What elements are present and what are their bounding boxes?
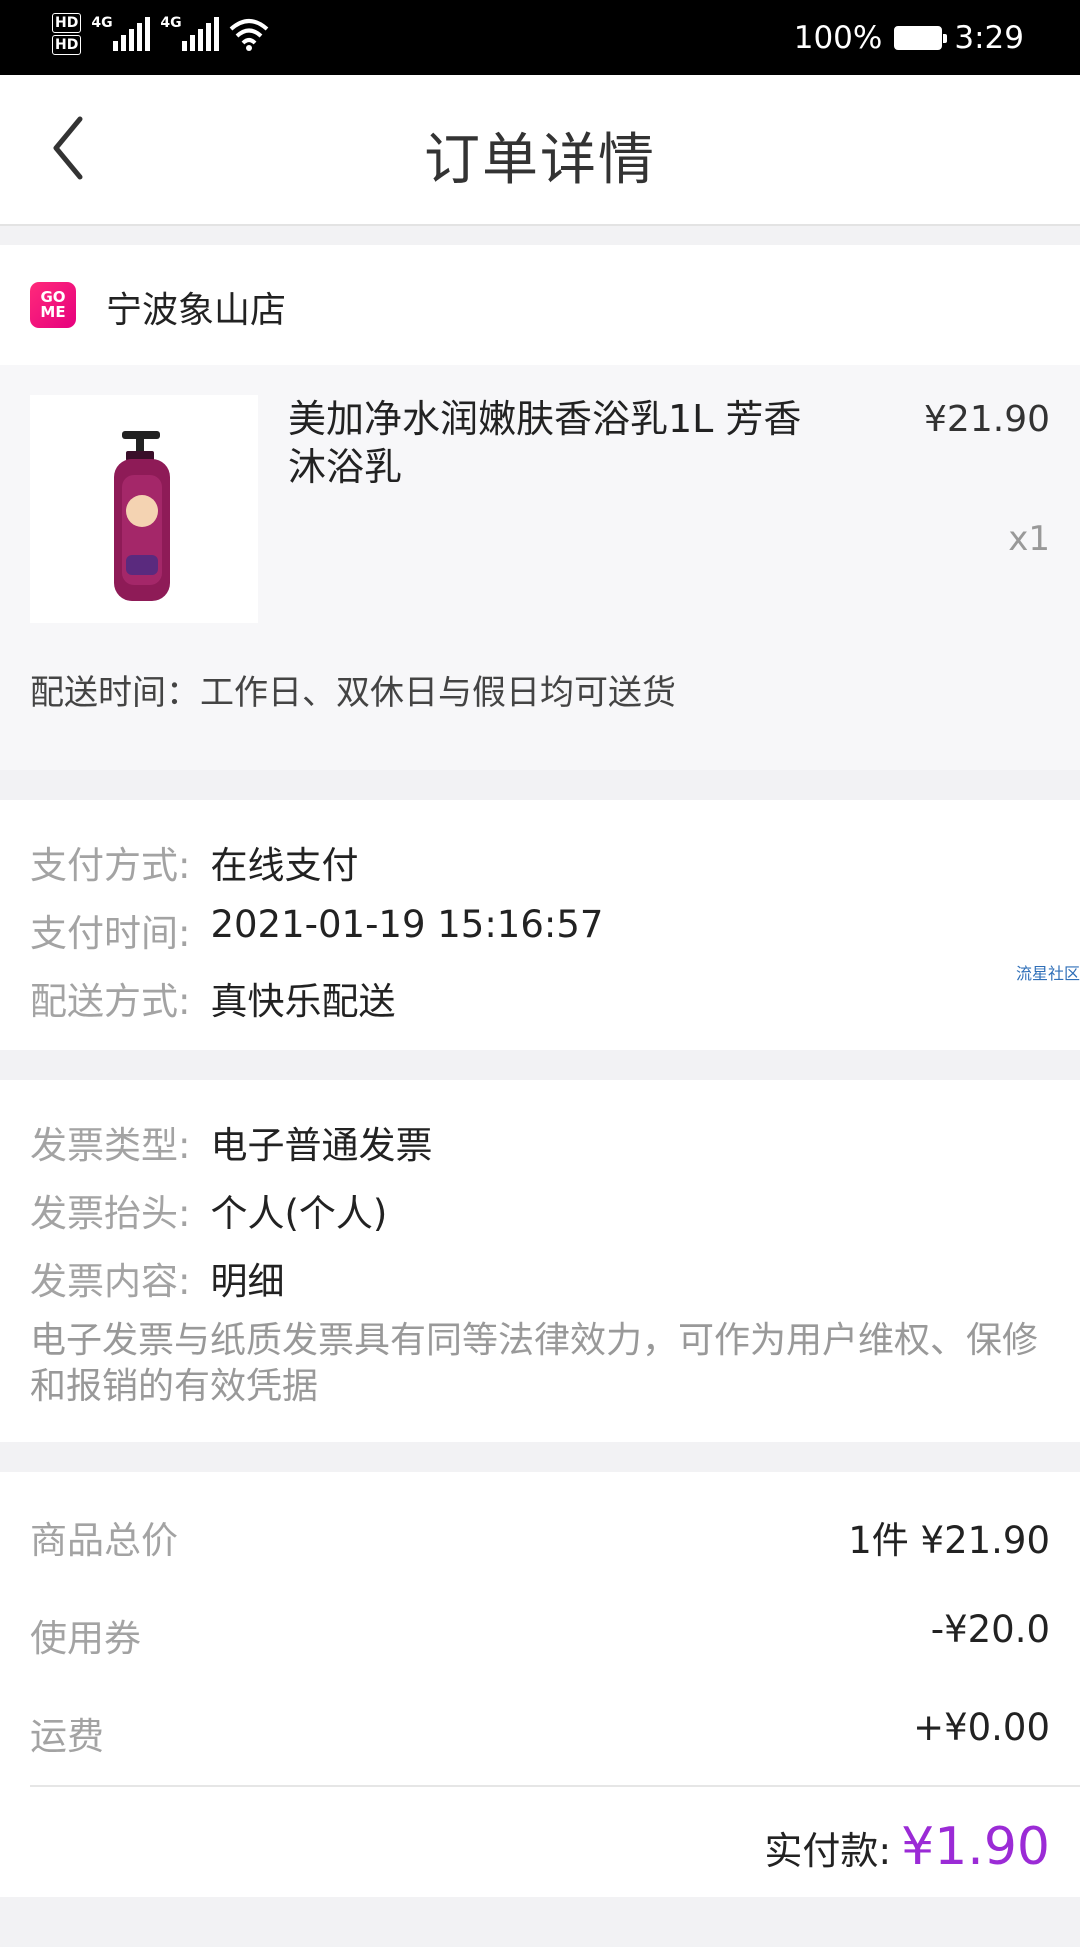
status-bar-left: HD HD 4G 4G: [52, 12, 269, 56]
amount-paid: 实付款: ¥1.90: [764, 1817, 1050, 1877]
product-quantity: x1: [1008, 519, 1050, 559]
invoice-content-row: 发票内容: 明细: [30, 1251, 284, 1305]
price-summary-section: 商品总价 1件 ¥21.90 使用券 -¥20.0 运费 +¥0.00 实付款:…: [0, 1472, 1080, 1897]
amount-paid-label: 实付款:: [764, 1829, 892, 1873]
delivery-method-value: 真快乐配送: [210, 980, 396, 1023]
payment-method-row: 支付方式: 在线支付: [30, 835, 358, 889]
battery-percent: 100%: [793, 19, 883, 56]
product-card[interactable]: 美加净水润嫩肤香浴乳1L 芳香沐浴乳 ¥21.90 x1 配送时间：工作日、双休…: [0, 365, 1080, 770]
hd-label-1: HD: [52, 13, 82, 33]
network-type-1: 4G: [91, 15, 113, 31]
payment-time-value: 2021-01-19 15:16:57: [210, 903, 604, 946]
coupon-label: 使用券: [30, 1617, 141, 1660]
status-bar-right: 100% 3:29: [794, 0, 1024, 75]
invoice-type-label: 发票类型:: [30, 1124, 191, 1167]
invoice-title-value: 个人(个人): [210, 1192, 388, 1235]
battery-icon: [894, 25, 948, 50]
coupon-value: -¥20.0: [930, 1608, 1050, 1651]
goods-total-value: 1件 ¥21.90: [848, 1519, 1050, 1562]
invoice-section: 发票类型: 电子普通发票 发票抬头: 个人(个人) 发票内容: 明细 电子发票与…: [0, 1080, 1080, 1442]
delivery-time: 配送时间：工作日、双休日与假日均可送货: [30, 673, 676, 713]
watermark-text: 流星社区: [1015, 964, 1080, 983]
payment-section: 支付方式: 在线支付 支付时间: 2021-01-19 15:16:57 配送方…: [0, 800, 1080, 1050]
status-bar: HD HD 4G 4G 100% 3:29: [0, 0, 1080, 75]
shipping-value: +¥0.00: [913, 1706, 1050, 1749]
wifi-icon: [230, 19, 269, 51]
hd-label-2: HD: [52, 35, 82, 55]
invoice-content-label: 发票内容:: [30, 1260, 191, 1303]
store-header[interactable]: GO ME 宁波象山店: [0, 245, 1080, 365]
delivery-method-label: 配送方式:: [30, 980, 191, 1023]
summary-divider: [30, 1785, 1080, 1787]
invoice-type-row: 发票类型: 电子普通发票: [30, 1115, 432, 1169]
payment-method-label: 支付方式:: [30, 844, 191, 887]
invoice-note: 电子发票与纸质发票具有同等法律效力，可作为用户维权、保修和报销的有效凭据: [30, 1320, 1039, 1407]
payment-time-row: 支付时间: 2021-01-19 15:16:57: [30, 903, 603, 957]
body-wash-bottle-icon: [114, 431, 170, 601]
amount-paid-value: ¥1.90: [901, 1817, 1050, 1877]
goods-total-label: 商品总价: [30, 1519, 178, 1562]
store-name: 宁波象山店: [106, 290, 287, 331]
network-type-2: 4G: [160, 15, 182, 31]
shipping-label: 运费: [30, 1715, 104, 1758]
invoice-title-label: 发票抬头:: [30, 1192, 191, 1235]
product-price: ¥21.90: [924, 399, 1050, 440]
signal-icon-2: 4G: [160, 15, 220, 51]
delivery-method-row: 配送方式: 真快乐配送: [30, 971, 395, 1025]
invoice-type-value: 电子普通发票: [210, 1124, 433, 1167]
page-title: 订单详情: [424, 128, 656, 193]
logo-text-bottom: ME: [40, 303, 66, 321]
payment-time-label: 支付时间:: [30, 912, 191, 955]
product-title: 美加净水润嫩肤香浴乳1L 芳香沐浴乳: [288, 397, 802, 489]
product-image: [30, 395, 258, 623]
gome-logo-icon: GO ME: [30, 282, 76, 328]
invoice-title-row: 发票抬头: 个人(个人): [30, 1183, 387, 1237]
signal-icon-1: 4G: [91, 15, 151, 51]
payment-method-value: 在线支付: [210, 844, 359, 887]
clock: 3:29: [954, 19, 1024, 56]
invoice-content-value: 明细: [210, 1260, 285, 1303]
hd-indicator: HD HD: [52, 12, 82, 56]
nav-bar: 订单详情: [0, 75, 1080, 226]
